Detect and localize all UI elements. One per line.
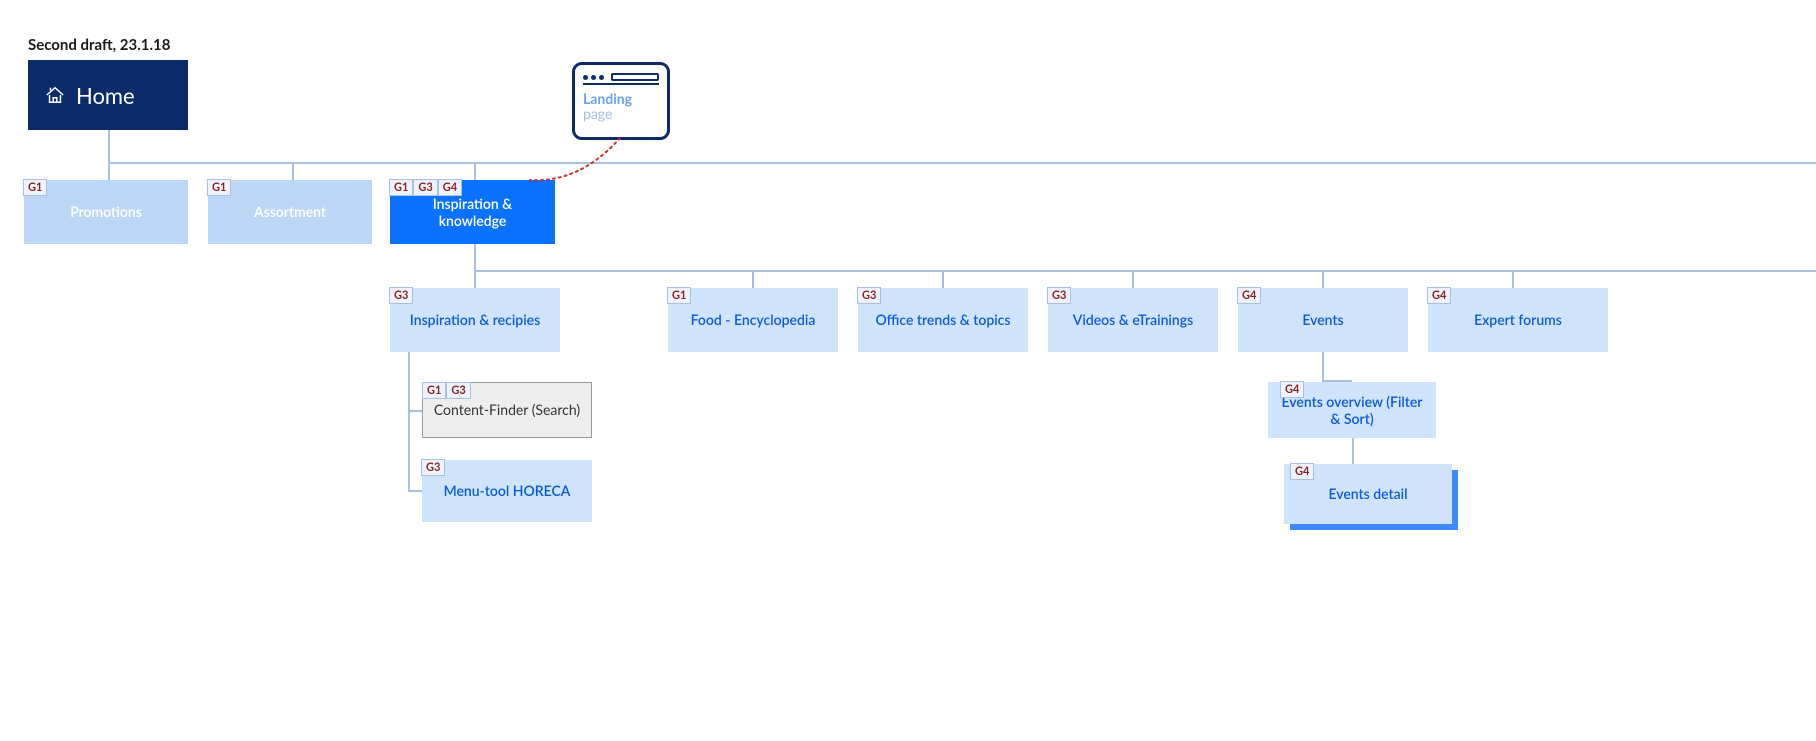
node-label: Inspiration & knowledge: [390, 195, 555, 230]
node-tags: G3: [389, 287, 413, 304]
tag: G4: [1280, 381, 1304, 398]
node-videos-etrainings[interactable]: G3 Videos & eTrainings: [1048, 288, 1218, 352]
node-tags: G1: [207, 179, 231, 196]
connector: [408, 490, 422, 492]
node-inspiration-knowledge[interactable]: G1 G3 G4 Inspiration & knowledge: [390, 180, 555, 244]
node-label: Expert forums: [1464, 311, 1572, 329]
node-tags: G3: [1047, 287, 1071, 304]
connector: [408, 410, 422, 412]
landing-line2: page: [583, 106, 659, 121]
node-tags: G4: [1290, 463, 1314, 480]
node-assortment[interactable]: G1 Assortment: [208, 180, 372, 244]
connector: [1132, 270, 1134, 288]
connector: [1352, 438, 1354, 464]
node-tags: G1 G3 G4: [389, 179, 462, 196]
tag: G3: [1047, 287, 1071, 304]
node-home[interactable]: Home: [28, 60, 188, 130]
node-label: Content-Finder (Search): [424, 401, 590, 419]
node-label: Promotions: [62, 203, 150, 221]
node-food-encyclopedia[interactable]: G1 Food - Encyclopedia: [668, 288, 838, 352]
tag: G3: [413, 179, 437, 196]
node-events-detail[interactable]: G4 Events detail: [1284, 464, 1452, 524]
node-content-finder[interactable]: G1 G3 Content-Finder (Search): [422, 382, 592, 438]
tag: G4: [1290, 463, 1314, 480]
node-events-overview[interactable]: G4 Events overview (Filter & Sort): [1268, 382, 1436, 438]
tag: G3: [446, 382, 470, 399]
node-menu-tool-horeca[interactable]: G3 Menu-tool HORECA: [422, 460, 592, 522]
connector: [408, 352, 410, 492]
tag: G1: [667, 287, 691, 304]
node-tags: G4: [1237, 287, 1261, 304]
connector: [474, 270, 476, 288]
tag: G3: [857, 287, 881, 304]
tag: G4: [1237, 287, 1261, 304]
tag: G4: [438, 179, 462, 196]
home-icon: [44, 85, 66, 105]
node-tags: G3: [421, 459, 445, 476]
tag: G3: [421, 459, 445, 476]
connector: [474, 270, 1816, 272]
connector: [108, 162, 1816, 164]
node-tags: G4: [1280, 381, 1304, 398]
connector: [1322, 352, 1324, 382]
node-office-trends[interactable]: G3 Office trends & topics: [858, 288, 1028, 352]
node-label: Videos & eTrainings: [1063, 311, 1203, 329]
node-tags: G1 G3: [422, 382, 471, 399]
node-events[interactable]: G4 Events: [1238, 288, 1408, 352]
node-tags: G3: [857, 287, 881, 304]
tag: G1: [23, 179, 47, 196]
node-inspiration-recipies[interactable]: G3 Inspiration & recipies: [390, 288, 560, 352]
node-expert-forums[interactable]: G4 Expert forums: [1428, 288, 1608, 352]
connector: [108, 162, 110, 180]
landing-page-callout: Landing page: [572, 62, 670, 140]
node-label: Menu-tool HORECA: [434, 482, 581, 500]
node-label: Food - Encyclopedia: [681, 311, 826, 329]
node-promotions[interactable]: G1 Promotions: [24, 180, 188, 244]
connector: [292, 162, 294, 180]
connector: [474, 244, 476, 272]
node-label: Inspiration & recipies: [400, 311, 550, 329]
node-label: Office trends & topics: [865, 311, 1020, 329]
page-title: Second draft, 23.1.18: [28, 36, 170, 54]
tag: G3: [389, 287, 413, 304]
landing-line1: Landing: [583, 91, 659, 106]
tag: G1: [389, 179, 413, 196]
node-home-label: Home: [76, 82, 135, 109]
node-tags: G4: [1427, 287, 1451, 304]
connector: [752, 270, 754, 288]
tag: G4: [1427, 287, 1451, 304]
connector: [942, 270, 944, 288]
connector: [1512, 270, 1514, 288]
node-label: Assortment: [246, 203, 334, 221]
connector: [108, 130, 110, 163]
tag: G1: [422, 382, 446, 399]
sitemap-canvas: Second draft, 23.1.18 Home Landing page …: [0, 0, 1816, 741]
node-tags: G1: [667, 287, 691, 304]
browser-chrome-icon: [583, 71, 659, 85]
node-label: Events: [1292, 311, 1353, 329]
connector: [474, 162, 476, 180]
node-label: Events detail: [1318, 485, 1417, 503]
connector: [1322, 270, 1324, 288]
node-tags: G1: [23, 179, 47, 196]
tag: G1: [207, 179, 231, 196]
